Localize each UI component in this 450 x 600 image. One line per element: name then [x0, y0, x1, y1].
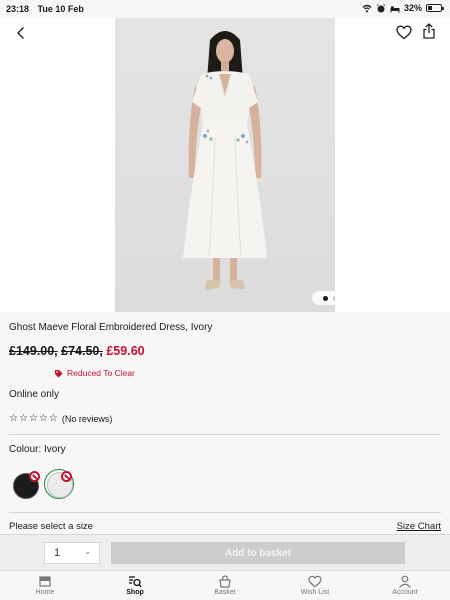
- chevron-down-icon: ⌄: [84, 547, 91, 556]
- alarm-icon: [376, 3, 386, 12]
- shop-search-icon: [129, 576, 142, 588]
- status-time: 23:18: [6, 4, 30, 14]
- tab-wish-list[interactable]: Wish List: [270, 571, 360, 600]
- tab-label: Basket: [214, 589, 236, 596]
- share-button[interactable]: [418, 20, 440, 42]
- tab-home[interactable]: Home: [0, 571, 90, 600]
- carousel-dot[interactable]: [322, 295, 328, 301]
- account-icon: [399, 575, 411, 588]
- heart-icon: [308, 575, 322, 588]
- quantity-select[interactable]: 1 ⌄: [44, 542, 100, 564]
- product-title: Ghost Maeve Floral Embroidered Dress, Iv…: [9, 322, 213, 333]
- quantity-value: 1: [54, 547, 61, 559]
- tab-label: Account: [392, 589, 418, 596]
- product-info: Ghost Maeve Floral Embroidered Dress, Iv…: [0, 312, 450, 534]
- image-carousel-dots[interactable]: [312, 291, 335, 305]
- divider: [9, 434, 441, 435]
- back-button[interactable]: [10, 22, 32, 44]
- reduced-label: Reduced To Clear: [67, 368, 135, 378]
- chevron-left-icon: [17, 27, 24, 39]
- price-tag-icon: [55, 369, 63, 377]
- battery-icon: [426, 4, 444, 12]
- home-icon: [39, 576, 51, 587]
- carousel-dot[interactable]: [332, 295, 335, 301]
- bottom-tab-bar: Home Shop Basket Wish List Account: [0, 570, 450, 600]
- tab-label: Home: [35, 589, 55, 596]
- price-row: £149.00, £74.50, £59.60: [9, 344, 145, 358]
- add-to-basket-bar: 1 ⌄ Add to basket: [0, 534, 450, 570]
- battery-percent: 32%: [403, 3, 422, 13]
- wifi-icon: [362, 4, 372, 12]
- tab-label: Shop: [126, 589, 144, 596]
- star-icon: ☆: [38, 413, 49, 424]
- colour-label: Colour: Ivory: [9, 444, 66, 455]
- price-original: £149.00,: [9, 344, 58, 358]
- price-reduced: £74.50,: [61, 344, 103, 358]
- status-bar: 23:18 Tue 10 Feb 32%: [0, 0, 450, 18]
- wishlist-button[interactable]: [393, 21, 415, 43]
- add-to-basket-button[interactable]: Add to basket: [111, 542, 405, 564]
- tab-basket[interactable]: Basket: [180, 571, 270, 600]
- star-icon: ☆: [28, 413, 39, 424]
- star-icon: ☆: [9, 413, 19, 424]
- unavailable-icon: [61, 471, 72, 482]
- star-icon: ☆: [18, 413, 29, 424]
- reduced-badge: Reduced To Clear: [54, 368, 135, 378]
- sleep-icon: [390, 6, 400, 12]
- rating-stars: ☆☆☆☆☆: [9, 413, 59, 424]
- tab-shop[interactable]: Shop: [90, 571, 180, 600]
- product-photo[interactable]: [115, 18, 335, 312]
- star-icon: ☆: [48, 413, 59, 424]
- unavailable-icon: [29, 471, 40, 482]
- status-date: Tue 10 Feb: [37, 4, 84, 14]
- reviews-row[interactable]: ☆☆☆☆☆ (No reviews): [9, 413, 112, 424]
- share-icon: [423, 23, 435, 39]
- product-image-area[interactable]: [0, 18, 450, 312]
- basket-icon: [219, 575, 231, 588]
- reviews-count: (No reviews): [61, 413, 113, 424]
- size-prompt: Please select a size: [9, 521, 93, 532]
- availability-text: Online only: [9, 389, 60, 400]
- heart-icon: [396, 24, 412, 39]
- price-now: £59.60: [106, 344, 145, 358]
- dress-model-illustration: [183, 31, 267, 290]
- tab-account[interactable]: Account: [360, 571, 450, 600]
- divider: [9, 512, 441, 513]
- size-chart-link[interactable]: Size Chart: [397, 521, 441, 532]
- tab-label: Wish List: [300, 589, 330, 596]
